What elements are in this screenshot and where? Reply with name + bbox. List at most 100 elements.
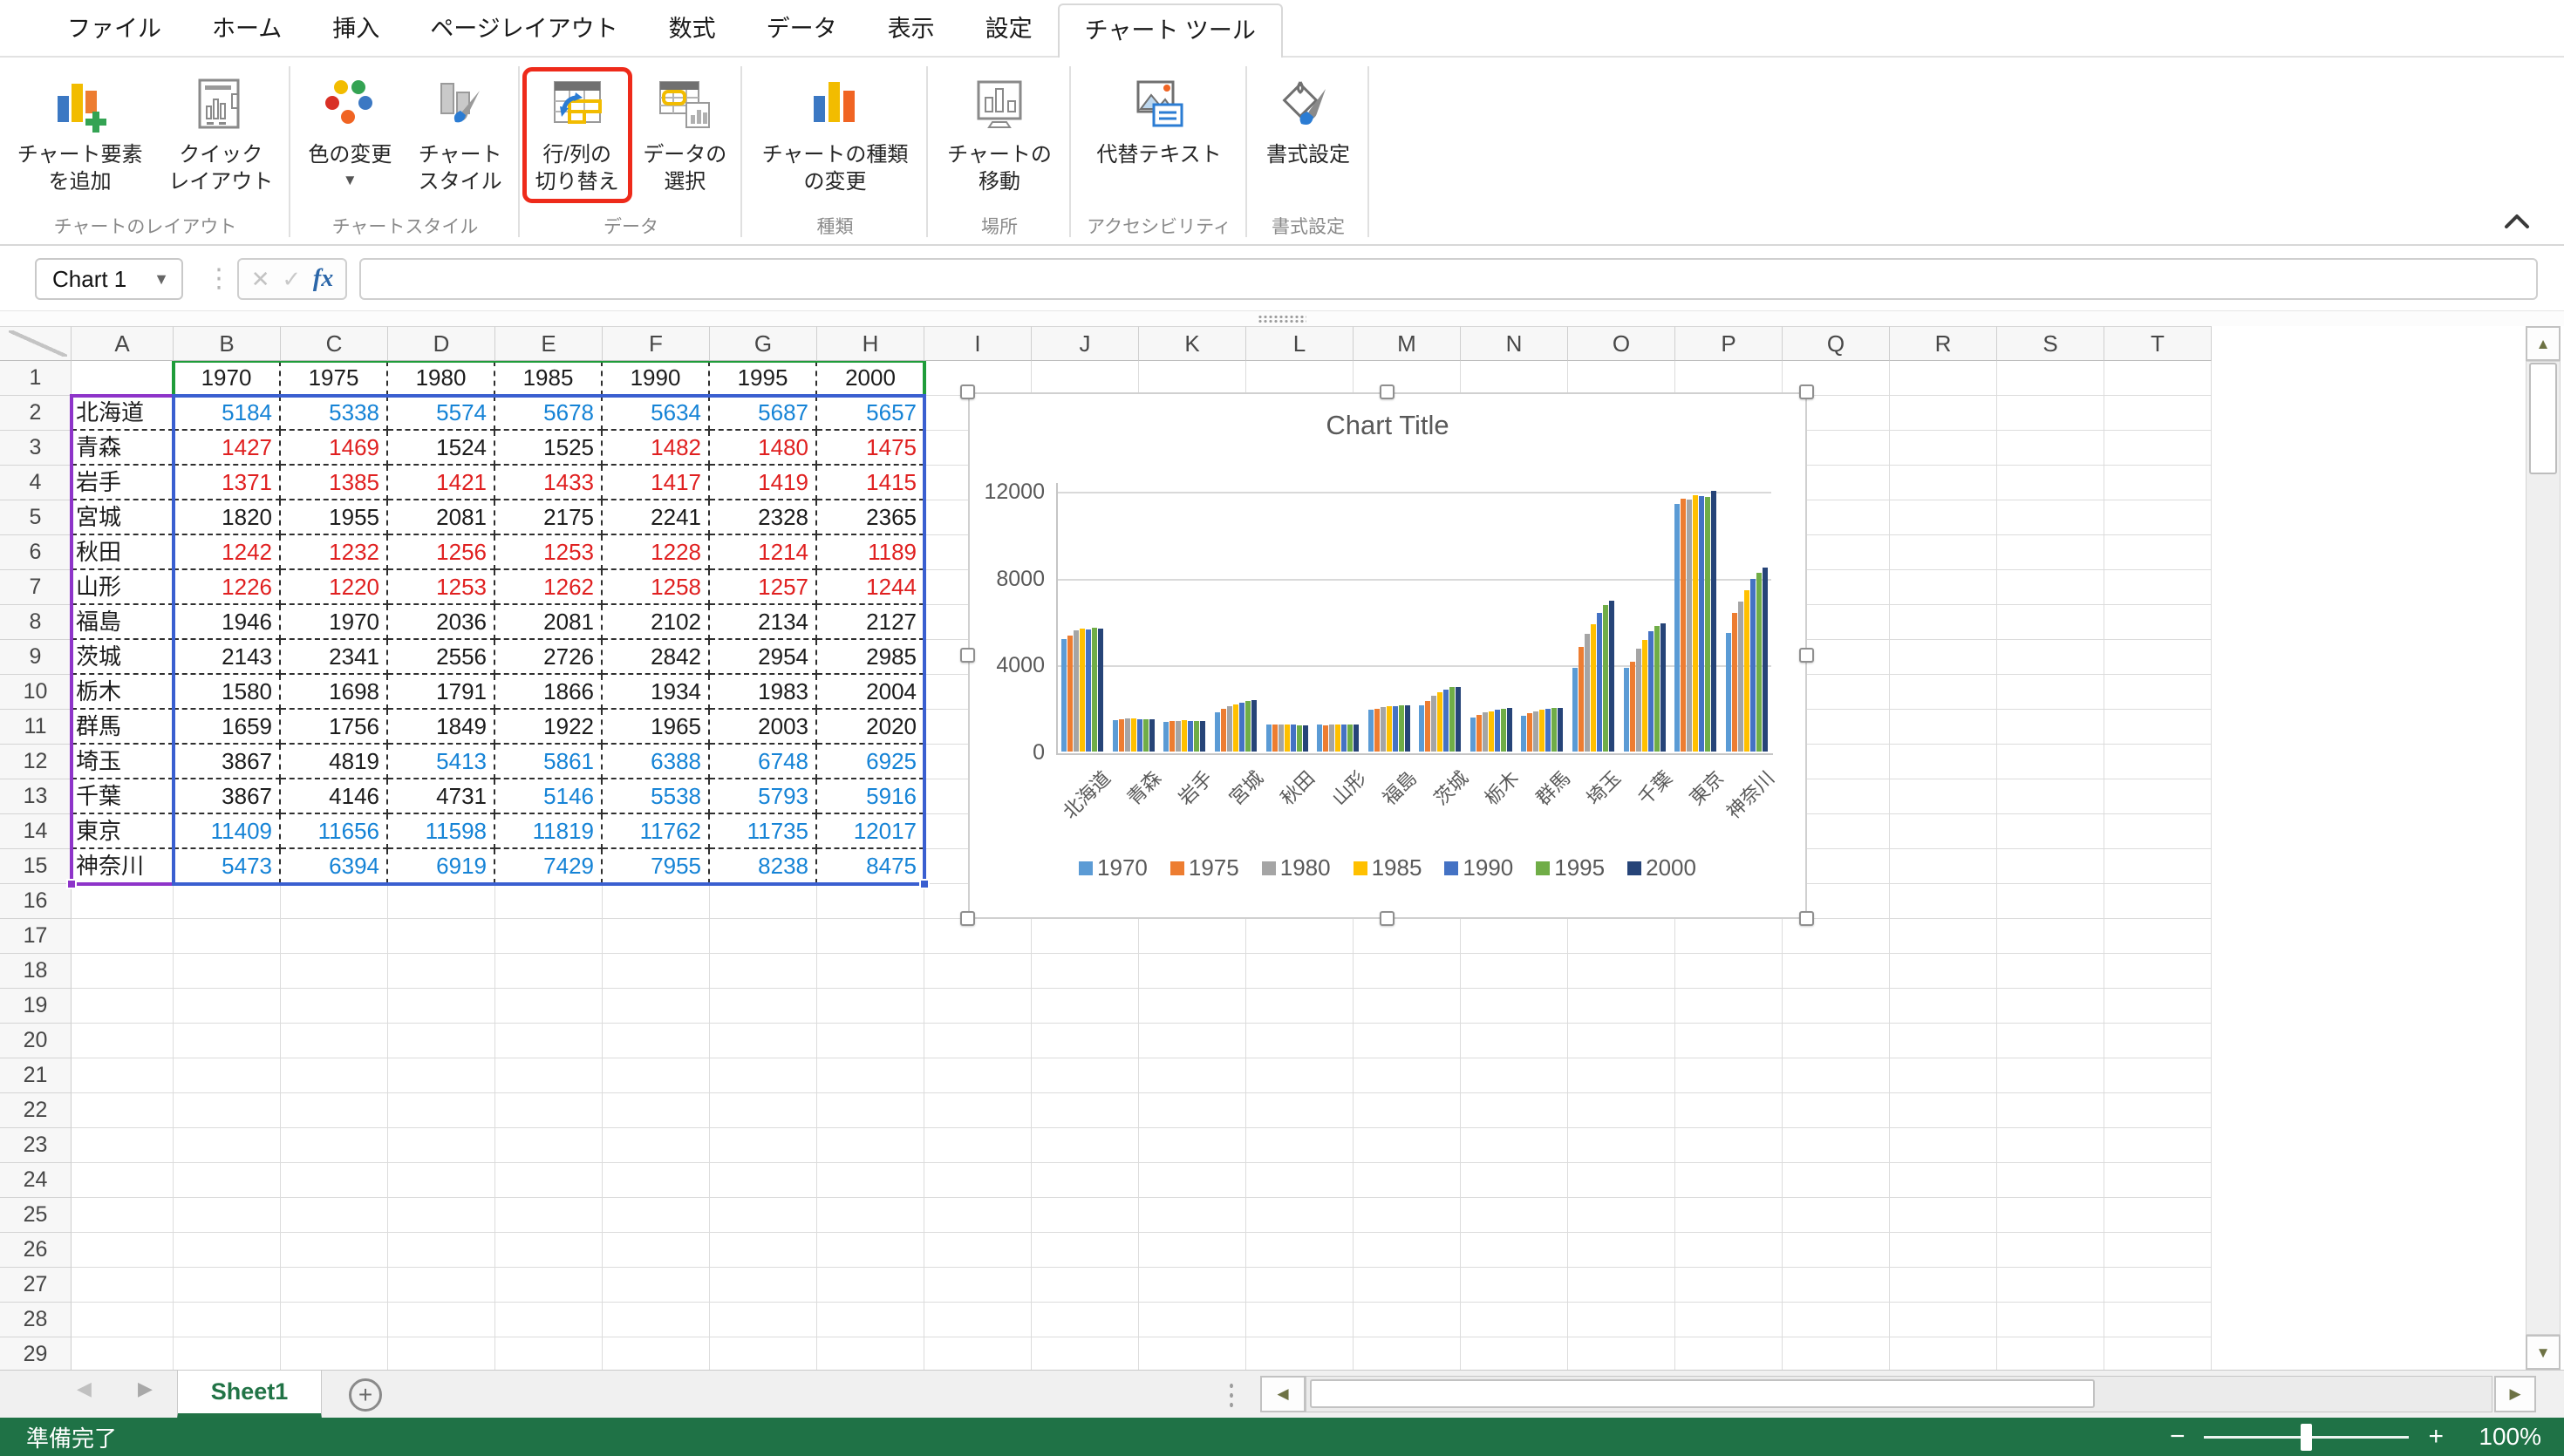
menu-tab-データ[interactable]: データ — [741, 3, 863, 56]
cell-P26[interactable] — [1675, 1233, 1783, 1268]
cell-H12[interactable]: 6925 — [817, 745, 924, 779]
cell-M18[interactable] — [1354, 954, 1461, 989]
cell-E17[interactable] — [495, 919, 603, 954]
bar-1975-山形[interactable] — [1323, 725, 1328, 752]
cell-T5[interactable] — [2104, 500, 2212, 535]
cell-C5[interactable]: 1955 — [281, 500, 388, 535]
chart-selection-handle[interactable] — [1799, 911, 1814, 926]
bar-1985-北海道[interactable] — [1080, 629, 1085, 752]
cell-G6[interactable]: 1214 — [710, 535, 817, 570]
cell-C14[interactable]: 11656 — [281, 814, 388, 849]
menu-tab-チャートツール[interactable]: チャート ツール — [1058, 3, 1283, 58]
column-header-O[interactable]: O — [1568, 326, 1675, 361]
row-header-2[interactable]: 2 — [0, 396, 72, 431]
menu-tab-ページレイアウト[interactable]: ページレイアウト — [405, 3, 643, 56]
cell-C23[interactable] — [281, 1128, 388, 1163]
bar-1990-北海道[interactable] — [1086, 629, 1091, 752]
cell-S12[interactable] — [1997, 745, 2104, 779]
chart-selection-handle[interactable] — [1799, 648, 1814, 663]
cell-E3[interactable]: 1525 — [495, 431, 603, 466]
cell-A10[interactable]: 栃木 — [72, 675, 174, 710]
bar-1980-岩手[interactable] — [1176, 721, 1181, 752]
cell-G13[interactable]: 5793 — [710, 779, 817, 814]
cell-J18[interactable] — [1032, 954, 1139, 989]
cell-I19[interactable] — [924, 989, 1032, 1024]
cell-B11[interactable]: 1659 — [174, 710, 281, 745]
quick-layout-button[interactable]: クイックレイアウト — [160, 71, 282, 199]
cell-F16[interactable] — [603, 884, 710, 919]
cell-C29[interactable] — [281, 1337, 388, 1370]
cell-I17[interactable] — [924, 919, 1032, 954]
bar-1995-千葉[interactable] — [1654, 626, 1660, 752]
bar-1970-群馬[interactable] — [1521, 716, 1526, 752]
cell-E6[interactable]: 1253 — [495, 535, 603, 570]
bar-1970-秋田[interactable] — [1266, 725, 1272, 752]
cell-E4[interactable]: 1433 — [495, 466, 603, 500]
cell-G7[interactable]: 1257 — [710, 570, 817, 605]
cell-G12[interactable]: 6748 — [710, 745, 817, 779]
cell-G26[interactable] — [710, 1233, 817, 1268]
bar-1975-栃木[interactable] — [1476, 715, 1482, 752]
row-header-16[interactable]: 16 — [0, 884, 72, 919]
cell-T2[interactable] — [2104, 396, 2212, 431]
bar-2000-岩手[interactable] — [1200, 721, 1205, 752]
bar-1990-群馬[interactable] — [1545, 709, 1551, 752]
cell-D21[interactable] — [388, 1058, 495, 1093]
cell-M21[interactable] — [1354, 1058, 1461, 1093]
chart-selection-handle[interactable] — [960, 911, 975, 926]
cell-N20[interactable] — [1461, 1024, 1568, 1058]
cell-A19[interactable] — [72, 989, 174, 1024]
cell-C25[interactable] — [281, 1198, 388, 1233]
cell-F12[interactable]: 6388 — [603, 745, 710, 779]
bar-1970-山形[interactable] — [1317, 725, 1322, 752]
cell-H29[interactable] — [817, 1337, 924, 1370]
cell-D7[interactable]: 1253 — [388, 570, 495, 605]
cell-C6[interactable]: 1232 — [281, 535, 388, 570]
cell-R25[interactable] — [1890, 1198, 1997, 1233]
cell-E2[interactable]: 5678 — [495, 396, 603, 431]
cell-L22[interactable] — [1246, 1093, 1354, 1128]
bar-1970-宮城[interactable] — [1215, 712, 1220, 752]
bar-1990-千葉[interactable] — [1648, 631, 1654, 752]
scroll-right-button[interactable]: ▶ — [2494, 1376, 2536, 1412]
cell-B19[interactable] — [174, 989, 281, 1024]
cell-T7[interactable] — [2104, 570, 2212, 605]
row-header-29[interactable]: 29 — [0, 1337, 72, 1370]
bar-2000-埼玉[interactable] — [1609, 601, 1614, 752]
row-header-17[interactable]: 17 — [0, 919, 72, 954]
bar-1985-宮城[interactable] — [1233, 704, 1238, 752]
cell-H16[interactable] — [817, 884, 924, 919]
cell-B15[interactable]: 5473 — [174, 849, 281, 884]
column-header-F[interactable]: F — [603, 326, 710, 361]
cell-R20[interactable] — [1890, 1024, 1997, 1058]
row-header-25[interactable]: 25 — [0, 1198, 72, 1233]
cell-F18[interactable] — [603, 954, 710, 989]
bar-2000-福島[interactable] — [1405, 705, 1410, 752]
cell-L18[interactable] — [1246, 954, 1354, 989]
cell-O24[interactable] — [1568, 1163, 1675, 1198]
formula-input[interactable] — [359, 258, 2538, 300]
cell-P27[interactable] — [1675, 1268, 1783, 1303]
cell-T23[interactable] — [2104, 1128, 2212, 1163]
cell-S20[interactable] — [1997, 1024, 2104, 1058]
row-header-14[interactable]: 14 — [0, 814, 72, 849]
cell-F20[interactable] — [603, 1024, 710, 1058]
cell-E1[interactable]: 1985 — [495, 361, 603, 396]
cell-I28[interactable] — [924, 1303, 1032, 1337]
bar-1980-山形[interactable] — [1329, 725, 1334, 752]
cell-A4[interactable]: 岩手 — [72, 466, 174, 500]
bar-1980-宮城[interactable] — [1227, 706, 1232, 752]
row-header-4[interactable]: 4 — [0, 466, 72, 500]
cell-O18[interactable] — [1568, 954, 1675, 989]
cell-C26[interactable] — [281, 1233, 388, 1268]
bar-1995-山形[interactable] — [1347, 725, 1353, 752]
cell-E7[interactable]: 1262 — [495, 570, 603, 605]
cell-S21[interactable] — [1997, 1058, 2104, 1093]
cell-T13[interactable] — [2104, 779, 2212, 814]
cell-M28[interactable] — [1354, 1303, 1461, 1337]
cell-D18[interactable] — [388, 954, 495, 989]
cell-I1[interactable] — [924, 361, 1032, 396]
bar-1970-福島[interactable] — [1368, 710, 1374, 752]
cell-O1[interactable] — [1568, 361, 1675, 396]
bar-1975-埼玉[interactable] — [1579, 647, 1584, 752]
